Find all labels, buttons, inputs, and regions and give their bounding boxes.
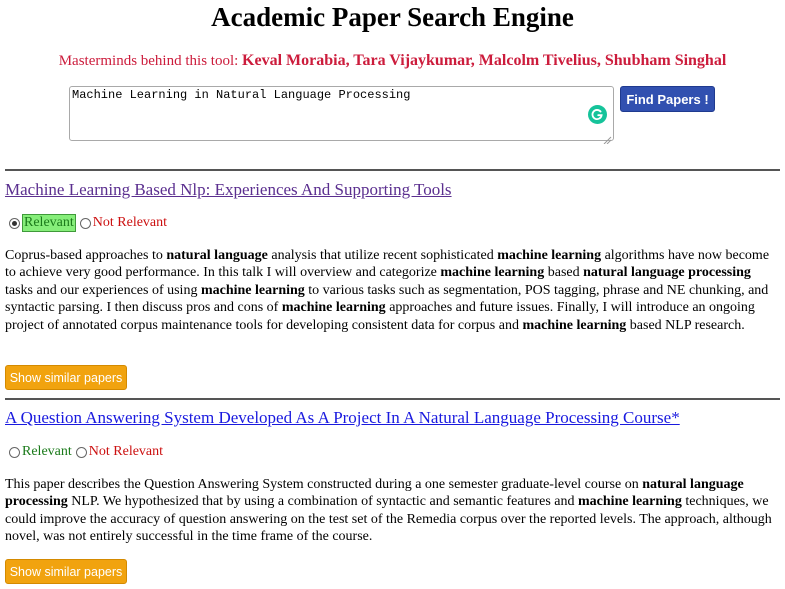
relevance-options: Relevant Not Relevant (9, 214, 167, 232)
search-input[interactable]: Machine Learning in Natural Language Pro… (69, 86, 614, 141)
not-relevant-radio[interactable] (75, 446, 87, 458)
not-relevant-label[interactable]: Not Relevant (89, 444, 163, 460)
relevant-radio[interactable] (9, 446, 20, 458)
not-relevant-label[interactable]: Not Relevant (93, 215, 167, 231)
resize-handle-icon[interactable] (603, 131, 612, 145)
relevance-options: Relevant Not Relevant (9, 444, 163, 460)
credits-names: Keval Morabia, Tara Vijaykumar, Malcolm … (242, 52, 727, 69)
relevant-label[interactable]: Relevant (22, 214, 76, 232)
page-title: Academic Paper Search Engine (211, 2, 574, 32)
find-papers-button[interactable]: Find Papers ! (620, 86, 715, 112)
credits-line: Masterminds behind this tool: Keval Mora… (0, 52, 785, 70)
result-abstract: This paper describes the Question Answer… (5, 477, 772, 545)
show-similar-papers-button[interactable]: Show similar papers (5, 559, 127, 584)
result-abstract: Coprus-based approaches to natural langu… (5, 248, 770, 333)
relevant-label[interactable]: Relevant (22, 444, 72, 460)
show-similar-papers-button[interactable]: Show similar papers (5, 365, 127, 390)
result-title-link[interactable]: A Question Answering System Developed As… (5, 408, 680, 428)
divider (5, 398, 780, 400)
divider (5, 169, 780, 171)
relevant-radio[interactable] (9, 217, 20, 229)
not-relevant-radio[interactable] (79, 217, 91, 229)
grammarly-icon[interactable] (588, 105, 607, 124)
credits-prefix: Masterminds behind this tool: (58, 53, 243, 69)
result-title-link[interactable]: Machine Learning Based Nlp: Experiences … (5, 180, 452, 200)
